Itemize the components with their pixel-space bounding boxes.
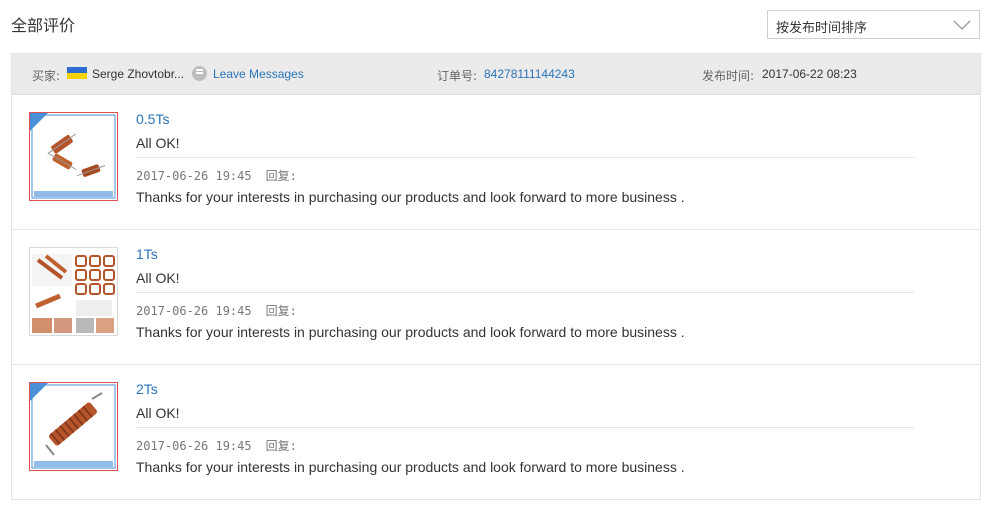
sort-selected-value: 按发布时间排序 — [776, 21, 868, 36]
reply-meta: 2017-06-26 19:45 回复: — [136, 302, 297, 319]
reply-date: 2017-06-26 19:45 — [136, 169, 252, 183]
coil-inductor-image — [30, 383, 117, 470]
reply-meta: 2017-06-26 19:45 回复: — [136, 167, 297, 184]
reply-date: 2017-06-26 19:45 — [136, 304, 252, 318]
product-name-link[interactable]: 2Ts — [136, 381, 158, 397]
product-name-link[interactable]: 1Ts — [136, 246, 158, 262]
sort-dropdown[interactable]: 按发布时间排序 — [767, 10, 980, 39]
reply-meta: 2017-06-26 19:45 回复: — [136, 437, 297, 454]
review-panel: 买家: Serge Zhovtobr... Leave Messages 订单号… — [11, 53, 981, 500]
divider — [136, 292, 914, 293]
review-comment: All OK! — [136, 135, 180, 151]
reply-text: Thanks for your interests in purchasing … — [136, 324, 685, 340]
reply-label: 回复: — [265, 304, 297, 318]
page-title: 全部评价 — [11, 16, 76, 35]
inductor-collage-image — [30, 248, 117, 335]
product-thumbnail[interactable] — [29, 112, 118, 201]
review-comment: All OK! — [136, 405, 180, 421]
reply-label: 回复: — [265, 169, 297, 183]
review-item: 1Ts All OK! 2017-06-26 19:45 回复: Thanks f… — [12, 230, 980, 365]
reply-text: Thanks for your interests in purchasing … — [136, 189, 685, 205]
buyer-label: 买家: — [32, 69, 61, 83]
buyer-name: Serge Zhovtobr... — [92, 67, 185, 81]
reply-text: Thanks for your interests in purchasing … — [136, 459, 685, 475]
leave-messages-link[interactable]: Leave Messages — [213, 67, 304, 81]
publish-time-value: 2017-06-22 08:23 — [762, 67, 857, 81]
chevron-down-icon — [953, 20, 971, 30]
reply-date: 2017-06-26 19:45 — [136, 439, 252, 453]
product-thumbnail[interactable] — [29, 247, 118, 336]
review-comment: All OK! — [136, 270, 180, 286]
product-thumbnail[interactable] — [29, 382, 118, 471]
divider — [136, 157, 914, 158]
product-name-link[interactable]: 0.5Ts — [136, 111, 169, 127]
reply-label: 回复: — [265, 439, 297, 453]
publish-time-label: 发布时间: — [702, 69, 755, 83]
order-header: 买家: Serge Zhovtobr... Leave Messages 订单号… — [12, 54, 980, 95]
divider — [136, 427, 914, 428]
message-icon[interactable] — [192, 66, 207, 81]
inductor-image — [30, 113, 117, 200]
order-label: 订单号: — [437, 69, 478, 83]
ukraine-flag-icon — [67, 67, 87, 79]
order-number-link[interactable]: 84278111144243 — [484, 67, 575, 81]
review-item: 0.5Ts All OK! 2017-06-26 19:45 回复: Thanks… — [12, 95, 980, 230]
review-item: 2Ts All OK! 2017-06-26 19:45 回复: Thanks f… — [12, 365, 980, 500]
